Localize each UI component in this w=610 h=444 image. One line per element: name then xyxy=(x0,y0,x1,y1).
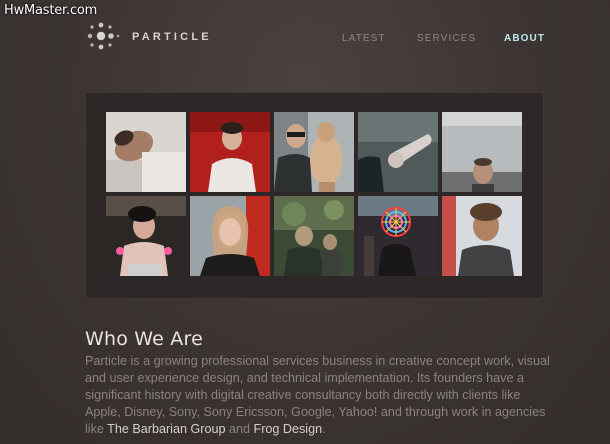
team-photo[interactable] xyxy=(106,196,186,276)
team-photo[interactable] xyxy=(106,112,186,192)
team-photo[interactable] xyxy=(442,196,522,276)
team-photo[interactable] xyxy=(358,196,438,276)
team-photo[interactable] xyxy=(190,112,270,192)
frog-design-link[interactable]: Frog Design xyxy=(254,422,323,436)
nav-latest[interactable]: LATEST xyxy=(342,33,386,44)
barbarian-group-link[interactable]: The Barbarian Group xyxy=(107,422,225,436)
nav-services[interactable]: SERVICES xyxy=(417,33,476,44)
particle-logo-icon[interactable] xyxy=(84,20,124,52)
nav-about[interactable]: ABOUT xyxy=(504,33,545,44)
section-heading: Who We Are xyxy=(85,328,203,350)
watermark-text: HwMaster.com xyxy=(4,3,98,18)
team-photo[interactable] xyxy=(274,196,354,276)
brand-name[interactable]: PARTICLE xyxy=(132,31,212,43)
team-photo[interactable] xyxy=(190,196,270,276)
team-photo-grid xyxy=(106,112,522,277)
team-photo[interactable] xyxy=(274,112,354,192)
team-photo[interactable] xyxy=(442,112,522,192)
paragraph-text: . xyxy=(322,422,326,436)
paragraph-text: and xyxy=(225,422,254,436)
team-photo-panel xyxy=(85,92,544,299)
about-paragraph: Particle is a growing professional servi… xyxy=(85,353,555,438)
team-photo[interactable] xyxy=(358,112,438,192)
